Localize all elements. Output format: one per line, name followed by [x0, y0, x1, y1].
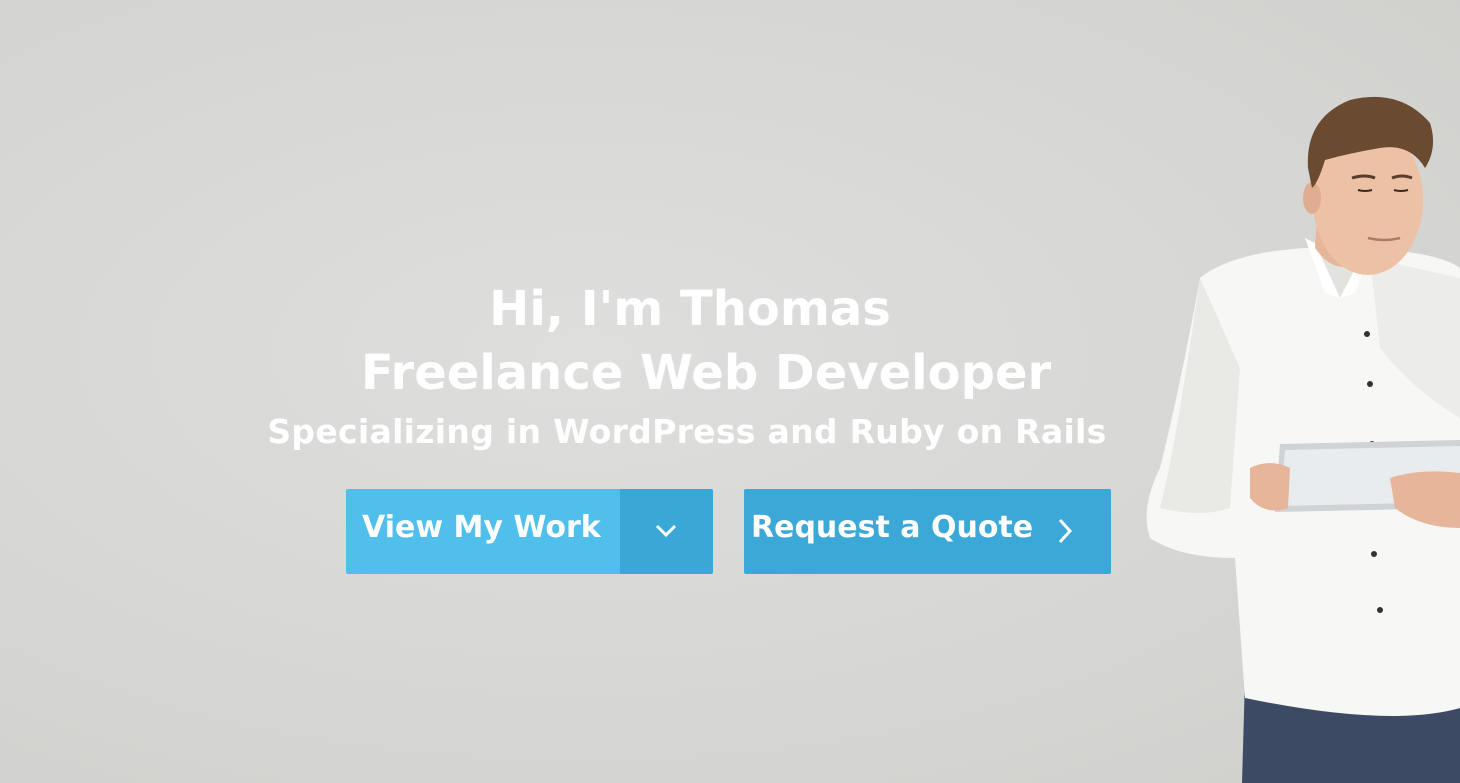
hero-section: Hi, I'm Thomas Freelance Web Developer S… [0, 0, 1460, 783]
request-a-quote-button[interactable]: Request a Quote [744, 489, 1111, 574]
view-my-work-button[interactable]: View My Work [346, 489, 713, 574]
chevron-right-icon [1058, 518, 1073, 544]
hero-title: Freelance Web Developer [360, 345, 1052, 401]
hero-greeting: Hi, I'm Thomas [489, 281, 891, 337]
chevron-down-icon [655, 524, 677, 538]
hero-subtitle: Specializing in WordPress and Ruby on Ra… [267, 412, 1107, 451]
request-a-quote-label: Request a Quote [751, 510, 1034, 545]
view-my-work-label: View My Work [362, 510, 601, 545]
view-my-work-dropdown-toggle[interactable] [620, 489, 713, 574]
